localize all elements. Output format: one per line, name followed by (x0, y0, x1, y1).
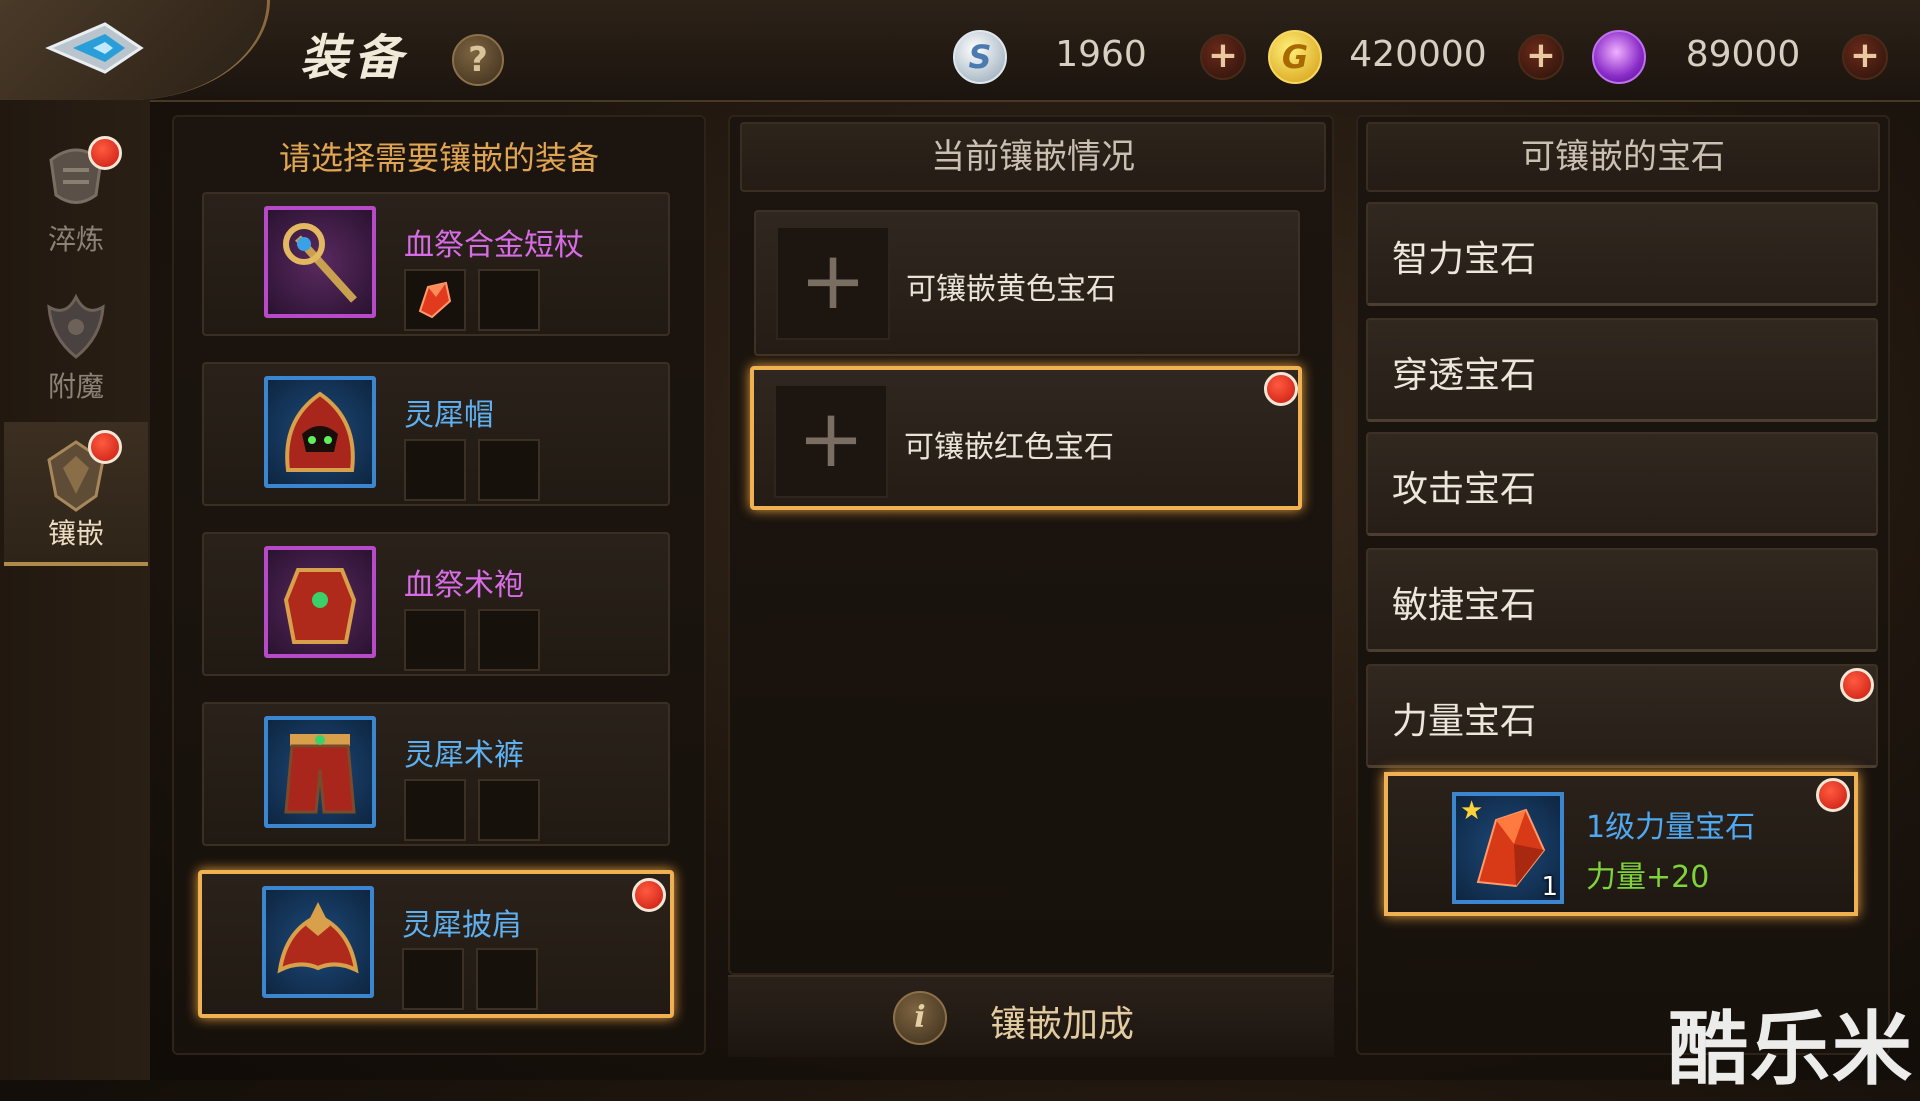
notification-badge (88, 430, 122, 464)
inlay-bonus-label: 镶嵌加成 (990, 1004, 1135, 1045)
purple-gem-icon (1592, 30, 1646, 84)
equipment-name: 灵犀披肩 (402, 908, 522, 943)
gem-stat: 力量+20 (1586, 860, 1710, 895)
gem-category-strength[interactable]: 力量宝石 (1366, 664, 1878, 768)
enchant-emblem-icon (47, 293, 105, 359)
gem-slot-empty[interactable] (404, 609, 466, 671)
watermark-logo: 酷乐米 (1668, 1003, 1914, 1096)
helmet-icon (264, 376, 376, 488)
help-icon[interactable]: ? (452, 34, 504, 86)
equipment-name: 灵犀帽 (404, 398, 494, 433)
socket-label: 可镶嵌红色宝石 (904, 430, 1114, 465)
nav-label-refine: 淬炼 (47, 223, 104, 256)
notification-badge (632, 878, 666, 912)
equipment-name: 血祭术袍 (404, 568, 524, 603)
equipment-item-selected[interactable]: 灵犀披肩 (198, 870, 674, 1018)
socket-panel-title: 当前镶嵌情况 (740, 122, 1326, 192)
nav-label-inlay: 镶嵌 (47, 517, 104, 550)
inlay-bonus-button[interactable]: i 镶嵌加成 (728, 975, 1334, 1057)
silver-coin-icon: S (953, 30, 1007, 84)
staff-icon (264, 206, 376, 318)
socket-label: 可镶嵌黄色宝石 (906, 272, 1116, 307)
notification-badge (1840, 668, 1874, 702)
red-gem-icon (418, 281, 452, 319)
back-arrow-icon (45, 22, 144, 74)
top-bar: 装备 ? S 1960 + G 420000 + 89000 + (0, 0, 1920, 102)
gem-category-label: 穿透宝石 (1392, 355, 1537, 396)
back-button[interactable] (0, 0, 270, 100)
gem-category-label: 敏捷宝石 (1392, 585, 1537, 626)
gem-slot-empty[interactable] (478, 779, 540, 841)
nav-item-enchant[interactable]: 附魔 (4, 275, 148, 415)
gem-slot-empty[interactable] (478, 269, 540, 331)
equipment-item[interactable]: 血祭术袍 (202, 532, 670, 676)
add-gem-plus-icon: + (776, 226, 890, 340)
gem-category-label: 力量宝石 (1392, 701, 1537, 742)
gem-slot-empty[interactable] (404, 439, 466, 501)
gem-category-agility[interactable]: 敏捷宝石 (1366, 548, 1878, 652)
gem-slot-empty[interactable] (478, 439, 540, 501)
gem-category-attack[interactable]: 攻击宝石 (1366, 432, 1878, 536)
equipment-name: 灵犀术裤 (404, 738, 524, 773)
equipment-panel-title: 请选择需要镶嵌的装备 (278, 139, 599, 177)
gem-category-label: 攻击宝石 (1392, 469, 1537, 510)
add-gem-plus-icon: + (774, 384, 888, 498)
gem-name: 1级力量宝石 (1586, 810, 1756, 845)
gem-slot-empty[interactable] (478, 609, 540, 671)
gem-category-label: 智力宝石 (1392, 239, 1537, 280)
shoulder-icon (262, 886, 374, 998)
strength-gem-icon: ★ 1 (1452, 792, 1564, 904)
star-icon: ★ (1460, 796, 1484, 826)
notification-badge (1264, 372, 1298, 406)
gem-count: 1 (1541, 872, 1558, 902)
gem-slot-filled[interactable] (404, 269, 466, 331)
add-silver-button[interactable]: + (1200, 34, 1246, 80)
page-title: 装备 (300, 30, 409, 86)
robe-icon (264, 546, 376, 658)
info-icon: i (893, 991, 947, 1045)
equipment-item[interactable]: 灵犀术裤 (202, 702, 670, 846)
gem-panel-title: 可镶嵌的宝石 (1366, 122, 1880, 192)
equipment-name: 血祭合金短杖 (404, 228, 584, 263)
gold-value: 420000 (1349, 34, 1487, 75)
pants-icon (264, 716, 376, 828)
notification-badge (1816, 778, 1850, 812)
gem-item-strength-lv1[interactable]: ★ 1 1级力量宝石 力量+20 (1384, 772, 1858, 916)
socket-slot-yellow[interactable]: + 可镶嵌黄色宝石 (754, 210, 1300, 356)
gem-category-penetration[interactable]: 穿透宝石 (1366, 318, 1878, 422)
add-gold-button[interactable]: + (1518, 34, 1564, 80)
nav-item-refine[interactable]: 淬炼 (4, 128, 148, 268)
gold-coin-icon: G (1268, 30, 1322, 84)
gem-slot-empty[interactable] (476, 948, 538, 1010)
gem-slot-empty[interactable] (402, 948, 464, 1010)
nav-label-enchant: 附魔 (47, 370, 104, 403)
notification-badge (88, 136, 122, 170)
socket-slot-red-selected[interactable]: + 可镶嵌红色宝石 (750, 366, 1302, 510)
equipment-item[interactable]: 血祭合金短杖 (202, 192, 670, 336)
gem-category-intelligence[interactable]: 智力宝石 (1366, 202, 1878, 306)
silver-value: 1960 (1055, 34, 1147, 75)
nav-item-inlay[interactable]: 镶嵌 (4, 422, 148, 566)
purple-gem-value: 89000 (1685, 34, 1801, 75)
equipment-item[interactable]: 灵犀帽 (202, 362, 670, 506)
gem-slot-empty[interactable] (404, 779, 466, 841)
add-purple-gem-button[interactable]: + (1842, 34, 1888, 80)
